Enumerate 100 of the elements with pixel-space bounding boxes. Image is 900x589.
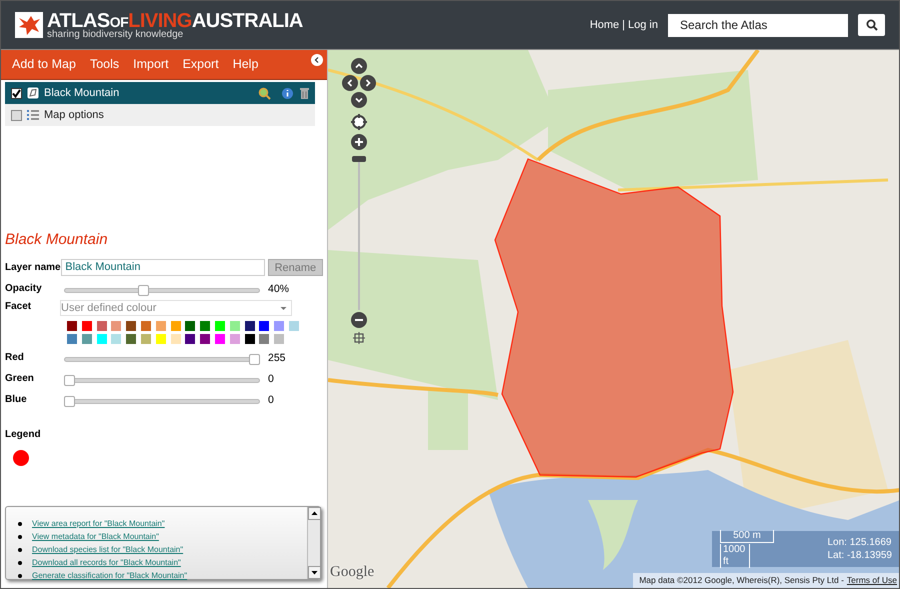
layer-row[interactable]: Black Mountain [5,82,315,104]
slider-thumb[interactable] [64,396,75,406]
color-swatch[interactable] [185,334,196,344]
nav-link[interactable]: Home [590,16,620,34]
slider-value: 255 [268,351,286,366]
color-swatch[interactable] [200,321,210,331]
color-swatch[interactable] [96,321,107,331]
color-swatch[interactable] [82,321,92,331]
slider-value: 0 [268,372,274,388]
menu-item[interactable]: Add to Map [5,50,83,78]
longitude-text: Lon: 125.1669 [828,536,892,549]
color-swatch[interactable] [259,321,270,331]
layer-title: Black Mountain [5,230,109,249]
color-swatch[interactable] [230,334,240,344]
menu-item[interactable]: Help [226,50,266,78]
info-icon[interactable] [282,88,293,98]
slider-label: Opacity [5,282,43,296]
zoom-slider[interactable] [351,156,367,310]
menu-item[interactable]: Export [176,50,226,78]
report-link[interactable]: View area report for "Black Mountain" [32,518,165,530]
color-swatch[interactable] [170,334,181,344]
color-swatch[interactable] [200,334,210,344]
field-label: Facet [5,300,32,314]
attribution-text: Map data ©2012 Google, Whereis(R), Sensis Pty Ltd - [639,574,844,587]
menu-item[interactable]: Import [126,50,176,78]
search-icon [866,19,878,31]
legend-label: Legend [5,428,42,442]
color-swatch[interactable] [185,321,196,331]
color-swatch[interactable] [156,321,166,331]
slider-thumb[interactable] [64,374,75,386]
color-swatch[interactable] [244,334,255,344]
layer-label: Black Mountain [44,86,120,101]
bullet-icon [18,574,22,578]
scroll-up-icon[interactable] [308,507,321,520]
layer-row[interactable]: Map options [5,104,315,126]
color-swatch[interactable] [259,334,270,344]
menu-item[interactable]: Tools [82,50,126,78]
color-swatch[interactable] [214,334,225,344]
zoom-slider-handle[interactable] [352,156,366,162]
color-swatch[interactable] [96,334,107,344]
color-swatch[interactable] [140,334,151,344]
report-link[interactable]: View metadata for "Black Mountain" [32,531,159,543]
color-swatch[interactable] [140,321,151,331]
zoom-to-icon[interactable] [258,86,271,100]
color-swatch[interactable] [244,321,255,331]
color-swatch[interactable] [67,321,77,331]
checkbox[interactable] [11,110,22,120]
report-link[interactable]: Download all records for "Black Mountain" [32,557,181,569]
scrollbar[interactable] [307,507,320,579]
slider-thumb[interactable] [249,354,260,364]
plus-icon [355,138,363,146]
terms-link[interactable]: Terms of Use [846,574,897,587]
slider-label: Red [5,351,25,365]
bullet-icon [18,561,22,565]
tagline: sharing biodiversity knowledge [47,30,184,40]
bullet-icon [18,535,22,539]
slider-value: 40% [268,282,290,298]
list-icon [27,109,39,121]
chevron-down-icon [355,96,363,104]
color-swatch[interactable] [156,334,166,344]
report-link[interactable]: Generate classification for "Black Mountain" [32,570,188,582]
slider-label: Green [5,372,35,386]
slider-label: Blue [5,393,28,407]
slider-thumb[interactable] [138,284,149,296]
color-swatch[interactable] [214,321,225,331]
color-swatch[interactable] [230,321,240,331]
color-swatch[interactable] [67,334,77,344]
color-swatch[interactable] [288,321,299,331]
search-button[interactable] [858,14,885,36]
scale-bar: 500 m [720,530,774,543]
search-field[interactable]: Search the Atlas [668,14,848,36]
checkbox[interactable] [11,88,22,98]
layer-name-field[interactable]: Black Mountain [61,258,265,276]
scroll-down-icon[interactable] [308,566,321,579]
collapse-button[interactable] [311,54,323,66]
color-swatch[interactable] [170,321,181,331]
color-swatch[interactable] [126,321,136,331]
latitude-text: Lat: -18.13959 [828,549,892,562]
color-swatch[interactable] [126,334,136,344]
chevron-left-icon [346,79,354,87]
report-link[interactable]: Download species list for "Black Mountain" [32,544,184,556]
color-swatch[interactable] [82,334,92,344]
chevron-up-icon [355,62,363,70]
crosshair-icon[interactable] [351,114,367,130]
color-swatch[interactable] [274,321,284,331]
layer-switcher-icon[interactable] [353,332,365,344]
nav-link[interactable]: Log in [628,16,658,34]
trash-icon[interactable] [300,87,309,99]
polygon-icon [27,87,39,99]
slider-value: 0 [268,393,274,408]
bullet-icon [18,522,22,526]
scale-bar: 1000 ft [720,544,750,568]
color-swatch[interactable] [111,334,122,344]
color-swatch[interactable] [274,334,284,344]
google-logo: Google [330,562,374,582]
logo-text: ATLASOFLIVINGAUSTRALIA [47,10,303,30]
logo-icon [15,12,43,38]
chevron-left-icon [314,56,320,62]
bullet-icon [18,548,22,552]
color-swatch[interactable] [111,321,122,331]
